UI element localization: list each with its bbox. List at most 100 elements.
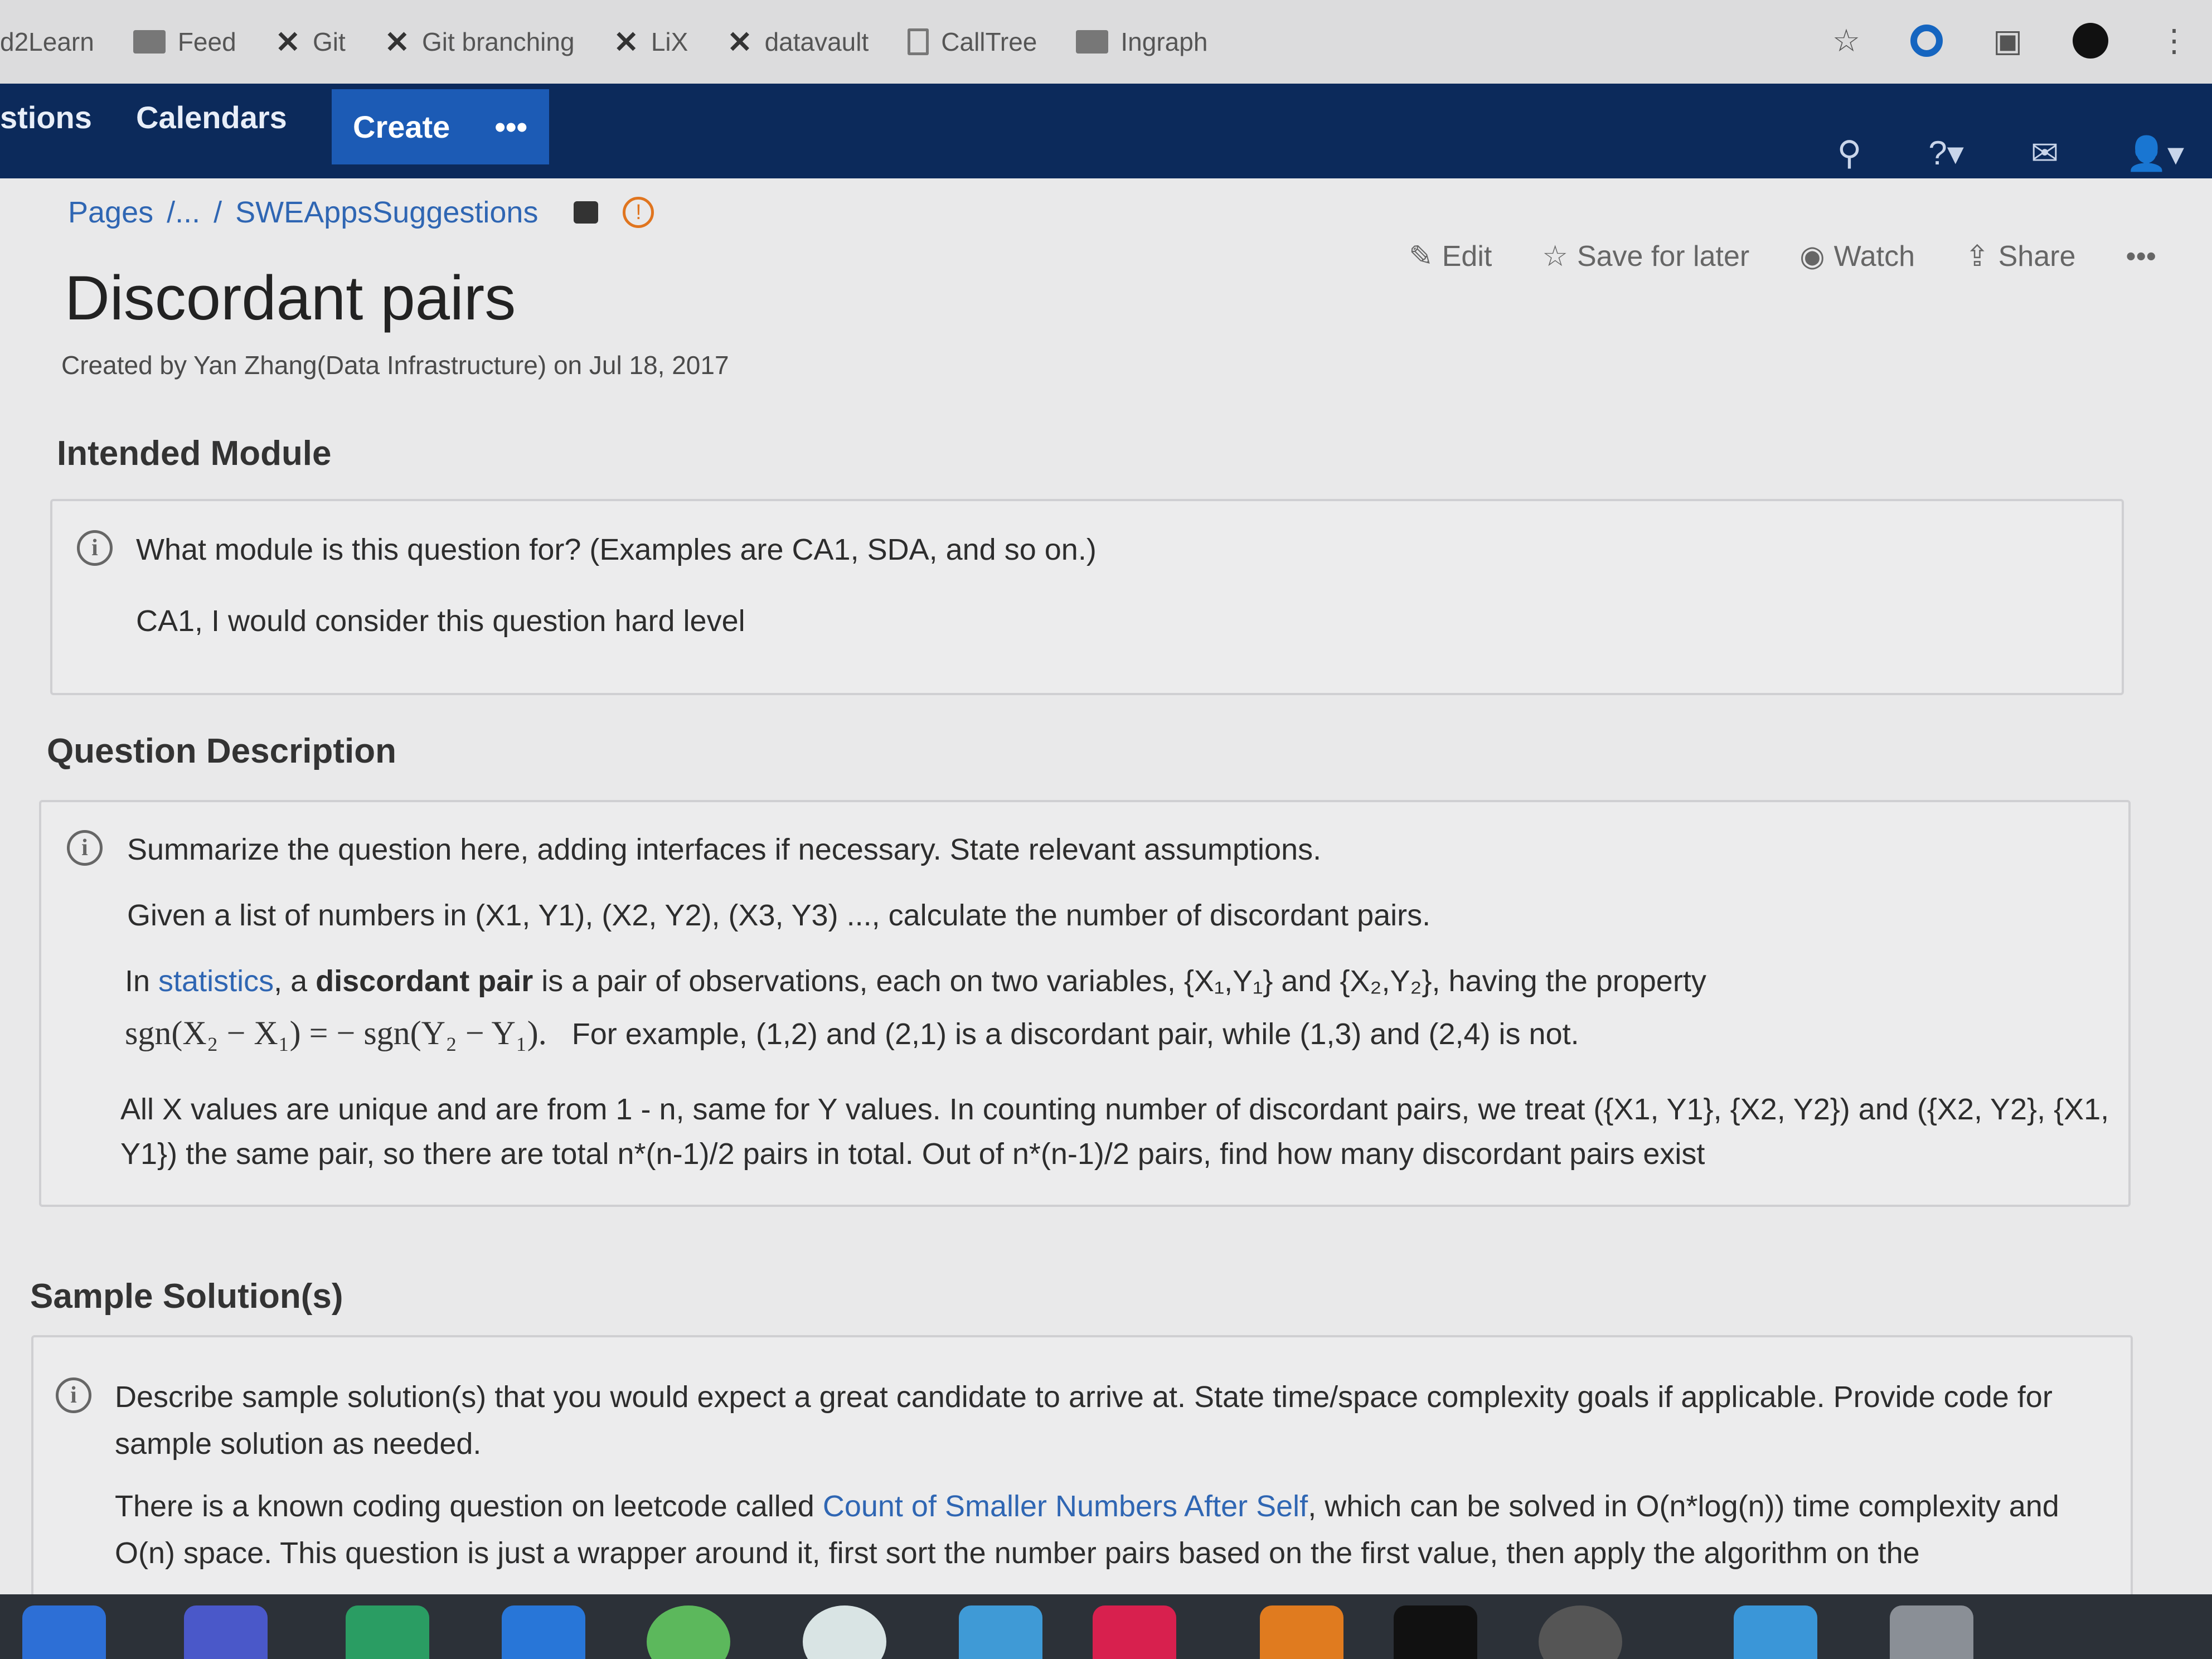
folder-icon — [133, 30, 166, 54]
x-logo-icon: ✕ — [275, 25, 300, 59]
dock-app-icon[interactable] — [1093, 1605, 1176, 1659]
save-label: Save for later — [1576, 240, 1750, 273]
bookmark-label: Feed — [177, 27, 236, 56]
document-icon — [908, 28, 929, 55]
text-segment: is a pair of observations, each on two v… — [533, 964, 1706, 998]
share-icon: ⇪ — [1965, 240, 1990, 273]
save-for-later-button[interactable]: ☆ Save for later — [1542, 240, 1749, 273]
create-more-button[interactable]: ••• — [494, 109, 527, 145]
dock-app-icon[interactable] — [959, 1605, 1042, 1659]
text-segment: There is a known coding question on leet… — [115, 1490, 823, 1523]
statistics-link[interactable]: statistics — [158, 964, 274, 998]
x-logo-icon: ✕ — [613, 25, 639, 59]
section-heading-intended-module: Intended Module — [57, 434, 332, 473]
dock-app-icon[interactable] — [184, 1605, 268, 1659]
notifications-icon[interactable]: ✉ — [2031, 134, 2059, 173]
text-segment: In — [125, 964, 159, 998]
page-actions: ✎ Edit ☆ Save for later ◉ Watch ⇪ Share … — [1409, 240, 2156, 273]
description-prompt: Summarize the question here, adding inte… — [127, 833, 1322, 866]
info-icon: i — [56, 1377, 91, 1413]
description-line-2: In statistics, a discordant pair is a pa… — [125, 964, 1706, 998]
dock-app-icon[interactable] — [1260, 1605, 1343, 1659]
dock-trash-icon[interactable] — [1890, 1605, 1973, 1659]
unlock-icon[interactable] — [574, 201, 599, 224]
profile-avatar-icon[interactable] — [2073, 23, 2108, 59]
x-logo-icon: ✕ — [727, 25, 753, 59]
info-icon: i — [67, 830, 103, 866]
kebab-menu-icon[interactable]: ⋮ — [2158, 22, 2190, 59]
nav-tools: ⚲ ?▾ ✉ 👤▾ — [1837, 134, 2184, 173]
user-icon[interactable]: 👤▾ — [2126, 134, 2184, 173]
info-icon: i — [77, 530, 113, 566]
bookmark-label: d2Learn — [0, 27, 94, 56]
description-line-5: Y1}) the same pair, so there are total n… — [120, 1137, 1705, 1171]
nav-calendars[interactable]: Calendars — [136, 99, 287, 135]
dock-terminal-icon[interactable] — [1394, 1605, 1477, 1659]
dock-app-icon[interactable] — [647, 1605, 730, 1659]
breadcrumb-pages[interactable]: Pages — [68, 195, 153, 230]
bookmark-label: Ingraph — [1120, 27, 1208, 56]
breadcrumb-separator: / — [214, 196, 222, 229]
dock-app-icon[interactable] — [502, 1605, 585, 1659]
create-label: Create — [353, 109, 450, 144]
intended-prompt: What module is this question for? (Examp… — [136, 533, 1097, 566]
solution-prompt-line-2: sample solution as needed. — [115, 1427, 482, 1461]
eye-icon: ◉ — [1799, 240, 1825, 273]
edit-button[interactable]: ✎ Edit — [1409, 240, 1492, 273]
dock-app-icon[interactable] — [346, 1605, 429, 1659]
description-line-4: All X values are unique and are from 1 -… — [120, 1093, 2109, 1126]
dock-app-icon[interactable] — [803, 1605, 886, 1659]
bookmark-ingraph[interactable]: Ingraph — [1076, 27, 1207, 57]
star-icon: ☆ — [1542, 240, 1568, 273]
nav-questions[interactable]: stions — [0, 99, 92, 135]
bookmark-label: Git branching — [421, 27, 575, 56]
bookmarks-bar: d2Learn Feed ✕ Git ✕ Git branching ✕ LiX… — [0, 0, 2212, 84]
extension-icon[interactable] — [1910, 25, 1943, 57]
x-logo-icon: ✕ — [384, 25, 410, 59]
share-button[interactable]: ⇪ Share — [1965, 240, 2075, 273]
page-title: Discordant pairs — [65, 263, 516, 333]
edit-label: Edit — [1442, 240, 1492, 273]
text-segment: , which can be solved in O(n*log(n)) tim… — [1308, 1490, 2059, 1523]
description-line-1: Given a list of numbers in (X1, Y1), (X2… — [127, 899, 1431, 932]
text-segment: , a — [274, 964, 316, 998]
breadcrumb-current[interactable]: SWEAppsSuggestions — [235, 195, 538, 230]
leetcode-question-link[interactable]: Count of Smaller Numbers After Self — [823, 1490, 1308, 1523]
watch-button[interactable]: ◉ Watch — [1799, 240, 1915, 273]
bookmark-lix[interactable]: ✕ LiX — [614, 25, 688, 60]
bookmark-label: LiX — [651, 27, 688, 56]
dock-settings-icon[interactable] — [1539, 1605, 1622, 1659]
app-navigation-bar: stions Calendars Create ••• ⚲ ?▾ ✉ 👤▾ — [0, 84, 2212, 178]
discordant-pair-term: discordant pair — [316, 964, 533, 998]
breadcrumb: Pages /... / SWEAppsSuggestions ! — [68, 195, 654, 230]
solution-prompt-line-1: Describe sample solution(s) that you wou… — [115, 1380, 2053, 1414]
warning-icon[interactable]: ! — [623, 197, 654, 228]
bookmark-git[interactable]: ✕ Git — [275, 25, 346, 60]
description-formula-line: sgn(X₂ − X₁) = − sgn(Y₂ − Y₁). For examp… — [125, 1014, 1579, 1052]
folder-icon — [1076, 30, 1109, 54]
more-actions-button[interactable]: ••• — [2126, 240, 2156, 273]
bookmark-label: CallTree — [941, 27, 1037, 56]
share-label: Share — [1998, 240, 2076, 273]
breadcrumb-ellipsis[interactable]: /... — [167, 195, 200, 230]
bookmark-git-branching[interactable]: ✕ Git branching — [385, 25, 575, 60]
create-button[interactable]: Create ••• — [332, 89, 549, 164]
watch-label: Watch — [1833, 240, 1915, 273]
bookmark-feed[interactable]: Feed — [133, 27, 236, 57]
bookmark-calltree[interactable]: CallTree — [908, 27, 1037, 57]
section-heading-sample-solutions: Sample Solution(s) — [30, 1277, 343, 1316]
sgn-formula: sgn(X₂ − X₁) = − sgn(Y₂ − Y₁). — [125, 1015, 547, 1051]
os-dock — [0, 1594, 2212, 1659]
description-example: For example, (1,2) and (2,1) is a discor… — [571, 1017, 1579, 1051]
solution-body-line-2: O(n) space. This question is just a wrap… — [115, 1536, 1920, 1570]
bookmark-datavault[interactable]: ✕ datavault — [727, 25, 869, 60]
dock-folder-icon[interactable] — [1734, 1605, 1817, 1659]
help-icon[interactable]: ?▾ — [1928, 134, 1964, 173]
cast-icon[interactable]: ▣ — [1993, 22, 2022, 59]
star-icon[interactable]: ☆ — [1832, 22, 1860, 59]
sample-solution-panel: i Describe sample solution(s) that you w… — [31, 1335, 2133, 1614]
search-icon[interactable]: ⚲ — [1837, 134, 1861, 173]
intended-module-panel: i What module is this question for? (Exa… — [50, 499, 2124, 695]
dock-finder-icon[interactable] — [22, 1605, 106, 1659]
bookmark-d2learn[interactable]: d2Learn — [0, 27, 94, 57]
